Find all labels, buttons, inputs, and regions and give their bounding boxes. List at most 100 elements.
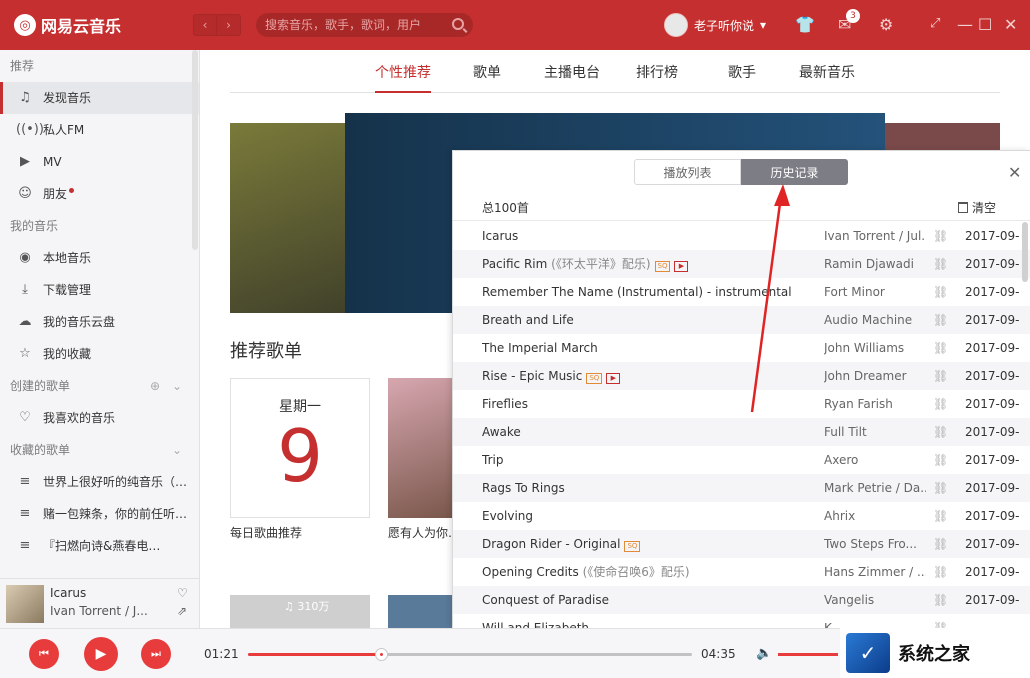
maximize-icon[interactable]: ☐ <box>978 15 992 34</box>
back-button[interactable]: ‹ <box>193 14 217 36</box>
source-link-icon[interactable]: ⛓ <box>933 362 948 390</box>
mini-mode-icon[interactable]: ⤢ <box>930 16 940 31</box>
source-link-icon[interactable]: ⛓ <box>933 334 948 362</box>
song-artist[interactable]: K... <box>824 614 926 628</box>
source-link-icon[interactable]: ⛓ <box>933 558 948 586</box>
history-row[interactable]: Rise - Epic Music SQ ▶ John Dreamer ⛓ 2017-09… <box>453 362 1030 390</box>
tab-playlists[interactable]: 歌单 <box>473 62 501 82</box>
clear-button[interactable]: 清空 <box>958 199 996 216</box>
mv-badge-icon[interactable]: ▶ <box>606 373 621 384</box>
history-row[interactable]: Icarus Ivan Torrent / Jul... ⛓ 2017-09- <box>453 222 1030 250</box>
volume-slider[interactable] <box>778 653 838 656</box>
history-row[interactable]: Evolving Ahrix ⛓ 2017-09- <box>453 502 1030 530</box>
source-link-icon[interactable]: ⛓ <box>933 586 948 614</box>
settings-gear-icon[interactable]: ⚙ <box>879 15 893 34</box>
chevron-down-icon[interactable]: ⌄ <box>172 434 182 466</box>
song-artist[interactable]: Audio Machine <box>824 306 926 334</box>
play-button[interactable]: ▶ <box>84 637 118 671</box>
history-row[interactable]: Will and Elizabeth K... ⛓ <box>453 614 1030 628</box>
like-heart-icon[interactable]: ♡ <box>177 586 188 600</box>
previous-track-button[interactable]: ⏮ <box>29 639 59 669</box>
history-row[interactable]: Opening Credits (《使命召唤6》配乐) Hans Zimmer /… <box>453 558 1030 586</box>
sidebar-item-friends[interactable]: ☺ 朋友 <box>0 178 199 210</box>
sidebar-item-collection[interactable]: ☆ 我的收藏 <box>0 338 199 370</box>
history-row[interactable]: Awake Full Tilt ⛓ 2017-09- <box>453 418 1030 446</box>
tab-history[interactable]: 历史记录 <box>741 159 848 185</box>
source-link-icon[interactable]: ⛓ <box>933 390 948 418</box>
search-icon[interactable] <box>452 18 464 30</box>
tab-playlist-queue[interactable]: 播放列表 <box>634 159 741 185</box>
avatar[interactable] <box>664 13 688 37</box>
source-link-icon[interactable]: ⛓ <box>933 446 948 474</box>
song-artist[interactable]: Full Tilt <box>824 418 926 446</box>
source-link-icon[interactable]: ⛓ <box>933 474 948 502</box>
sidebar-item-playlist[interactable]: ≡ 『扫燃向诗&燕春电… <box>0 530 199 562</box>
search-input[interactable]: 搜索音乐，歌手，歌词，用户 <box>256 13 473 37</box>
song-artist[interactable]: John Dreamer <box>824 362 926 390</box>
sidebar-scrollbar[interactable] <box>192 50 198 250</box>
history-row[interactable]: Pacific Rim (《环太平洋》配乐) SQ ▶ Ramin Djawadi ⛓ 2… <box>453 250 1030 278</box>
sidebar-item-playlist[interactable]: ≡ 赌一包辣条，你的前任听… <box>0 498 199 530</box>
song-artist[interactable]: Fort Minor <box>824 278 926 306</box>
song-artist[interactable]: Ramin Djawadi <box>824 250 926 278</box>
song-artist[interactable]: Vangelis <box>824 586 926 614</box>
song-artist[interactable]: Hans Zimmer / ... <box>824 558 926 586</box>
sidebar-item-mv[interactable]: ▶ MV <box>0 146 199 178</box>
username[interactable]: 老子听你说 <box>694 17 754 34</box>
tab-artists[interactable]: 歌手 <box>728 62 756 82</box>
history-row[interactable]: Trip Axero ⛓ 2017-09- <box>453 446 1030 474</box>
volume-icon[interactable]: 🔈 <box>756 646 772 661</box>
sidebar-item-personal-fm[interactable]: ((•)) 私人FM <box>0 114 199 146</box>
history-row[interactable]: The Imperial March John Williams ⛓ 2017-09- <box>453 334 1030 362</box>
history-row[interactable]: Conquest of Paradise Vangelis ⛓ 2017-09- <box>453 586 1030 614</box>
progress-bar[interactable] <box>248 648 692 661</box>
album-cover[interactable] <box>6 585 44 623</box>
chevron-down-icon[interactable]: ⌄ <box>172 370 182 402</box>
daily-recommend-card[interactable]: 星期一 9 <box>230 378 370 518</box>
sidebar-item-cloud[interactable]: ☁ 我的音乐云盘 <box>0 306 199 338</box>
close-icon[interactable]: ✕ <box>1004 15 1017 34</box>
sidebar-item-liked-music[interactable]: ♡ 我喜欢的音乐 <box>0 402 199 434</box>
app-logo[interactable]: ◎ 网易云音乐 <box>14 13 121 37</box>
user-menu[interactable]: 老子听你说 ▾ <box>664 13 766 37</box>
panel-scrollbar[interactable] <box>1022 222 1028 282</box>
source-link-icon[interactable]: ⛓ <box>933 530 948 558</box>
next-track-button[interactable]: ⏭ <box>141 639 171 669</box>
source-link-icon[interactable]: ⛓ <box>933 418 948 446</box>
source-link-icon[interactable]: ⛓ <box>933 614 948 628</box>
song-artist[interactable]: Ryan Farish <box>824 390 926 418</box>
history-row[interactable]: Remember The Name (Instrumental) - instr… <box>453 278 1030 306</box>
song-artist[interactable]: Axero <box>824 446 926 474</box>
song-artist[interactable]: Ivan Torrent / Jul... <box>824 222 926 250</box>
daily-recommend-label[interactable]: 每日歌曲推荐 <box>230 524 302 541</box>
tab-new-music[interactable]: 最新音乐 <box>799 62 855 82</box>
close-icon[interactable]: ✕ <box>1008 163 1021 182</box>
song-artist[interactable]: Mark Petrie / Da... <box>824 474 926 502</box>
minimize-icon[interactable]: — <box>957 15 973 34</box>
source-link-icon[interactable]: ⛓ <box>933 306 948 334</box>
tab-radio[interactable]: 主播电台 <box>544 62 600 82</box>
add-playlist-icon[interactable]: ⊕ <box>150 370 160 402</box>
tab-charts[interactable]: 排行榜 <box>636 62 678 82</box>
sidebar-item-local-music[interactable]: ◉ 本地音乐 <box>0 242 199 274</box>
history-row[interactable]: Breath and Life Audio Machine ⛓ 2017-09- <box>453 306 1030 334</box>
history-row[interactable]: Rags To Rings Mark Petrie / Da... ⛓ 2017-09… <box>453 474 1030 502</box>
share-icon[interactable]: ⇗ <box>177 604 187 618</box>
source-link-icon[interactable]: ⛓ <box>933 278 948 306</box>
history-row[interactable]: Fireflies Ryan Farish ⛓ 2017-09- <box>453 390 1030 418</box>
tab-personal-recommend[interactable]: 个性推荐 <box>375 62 431 93</box>
song-artist[interactable]: Two Steps Fro... <box>824 530 926 558</box>
sidebar-item-downloads[interactable]: ⤓ 下载管理 <box>0 274 199 306</box>
forward-button[interactable]: › <box>217 14 241 36</box>
section-title[interactable]: 推荐歌单 <box>230 337 302 363</box>
progress-knob[interactable] <box>375 648 389 661</box>
skin-icon[interactable]: 👕 <box>795 15 815 34</box>
song-artist[interactable]: John Williams <box>824 334 926 362</box>
sidebar-item-playlist[interactable]: ≡ 世界上很好听的纯音乐（… <box>0 466 199 498</box>
sidebar-item-discover-music[interactable]: ♫ 发现音乐 <box>0 82 199 114</box>
mv-badge-icon[interactable]: ▶ <box>674 261 689 272</box>
source-link-icon[interactable]: ⛓ <box>933 502 948 530</box>
chevron-down-icon[interactable]: ▾ <box>760 18 766 32</box>
now-playing-card[interactable]: Icarus Ivan Torrent / J... ♡ ⇗ <box>0 578 200 628</box>
source-link-icon[interactable]: ⛓ <box>933 222 948 250</box>
